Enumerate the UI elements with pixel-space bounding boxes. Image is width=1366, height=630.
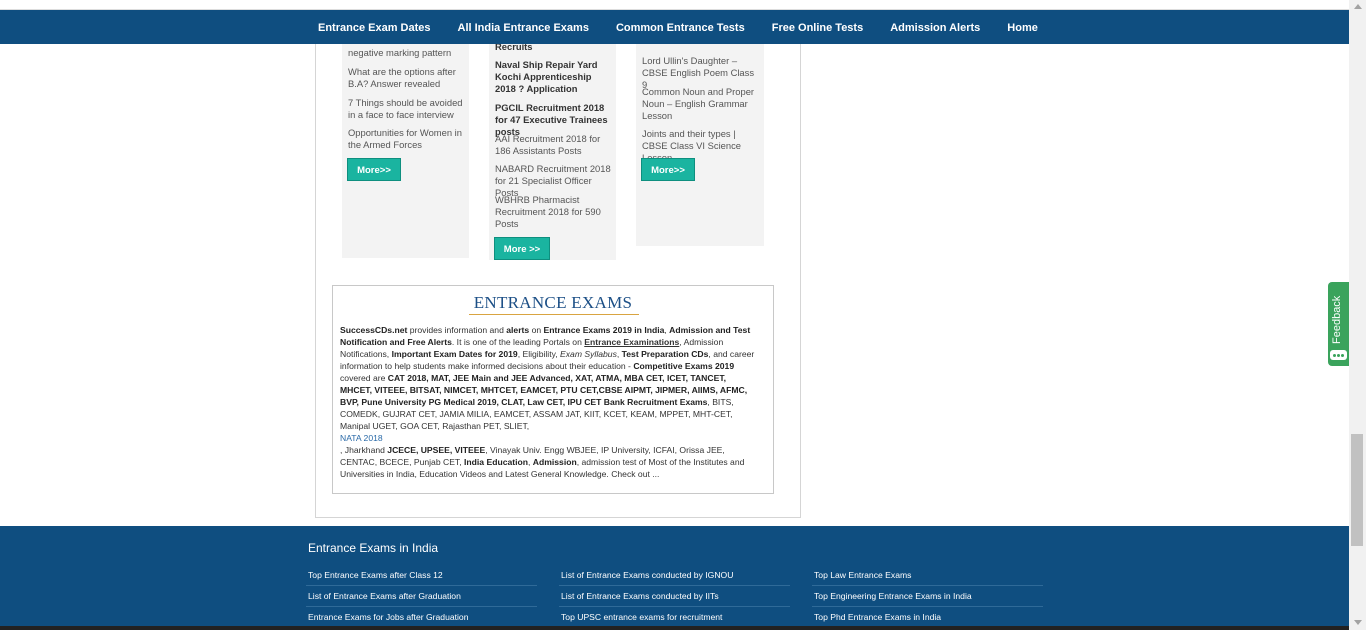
articles-column: negative marking pattern What are the op… — [342, 44, 469, 258]
article-link[interactable]: What are the options after B.A? Answer r… — [348, 66, 465, 90]
footer-link[interactable]: Top Law Entrance Exams — [812, 565, 1043, 586]
lesson-link[interactable]: Common Noun and Proper Noun – English Gr… — [642, 86, 759, 122]
footer-link[interactable]: Top Engineering Entrance Exams in India — [812, 586, 1043, 607]
recruitment-column: Recruits Naval Ship Repair Yard Kochi Ap… — [489, 44, 616, 260]
entrance-exams-description: SuccessCDs.net provides information and … — [340, 324, 760, 480]
nav-all-india-entrance-exams[interactable]: All India Entrance Exams — [458, 22, 589, 34]
bottom-divider — [0, 626, 1349, 630]
article-link[interactable]: negative marking pattern — [348, 47, 465, 59]
article-link[interactable]: Opportunities for Women in the Armed For… — [348, 127, 465, 151]
nav-list: Entrance Exam Dates All India Entrance E… — [318, 10, 1065, 44]
site-name: SuccessCDs.net — [340, 325, 408, 335]
entrance-exams-title: ENTRANCE EXAMS — [473, 293, 633, 312]
vertical-scrollbar[interactable] — [1349, 0, 1366, 630]
title-underline — [469, 314, 639, 315]
footer-link[interactable]: Top Entrance Exams after Class 12 — [306, 565, 537, 586]
footer-link[interactable]: List of Entrance Exams after Graduation — [306, 586, 537, 607]
footer: Entrance Exams in India Top Entrance Exa… — [0, 526, 1349, 630]
recruitment-link[interactable]: Naval Ship Repair Yard Kochi Apprentices… — [495, 59, 612, 95]
browser-top-strip — [0, 0, 1349, 10]
article-link[interactable]: 7 Things should be avoided in a face to … — [348, 97, 465, 121]
main-navbar: Entrance Exam Dates All India Entrance E… — [0, 10, 1349, 44]
footer-link[interactable]: Entrance Exams for Jobs after Graduation — [306, 607, 537, 628]
nav-admission-alerts[interactable]: Admission Alerts — [890, 22, 980, 34]
lessons-column: Lord Ullin's Daughter – CBSE English Poe… — [636, 44, 764, 246]
entrance-examinations-link[interactable]: Entrance Examinations — [584, 337, 679, 347]
feedback-tab[interactable]: Feedback — [1328, 282, 1349, 366]
scroll-down-arrow-icon[interactable] — [1354, 620, 1362, 625]
nav-entrance-exam-dates[interactable]: Entrance Exam Dates — [318, 22, 431, 34]
entrance-exams-box: ENTRANCE EXAMS SuccessCDs.net provides i… — [332, 285, 774, 494]
feedback-label: Feedback — [1331, 295, 1343, 344]
footer-title: Entrance Exams in India — [308, 541, 439, 555]
scroll-up-arrow-icon[interactable] — [1354, 4, 1362, 9]
nav-free-online-tests[interactable]: Free Online Tests — [772, 22, 864, 34]
recruitment-link[interactable]: WBHRB Pharmacist Recruitment 2018 for 59… — [495, 194, 612, 230]
nav-home[interactable]: Home — [1007, 22, 1038, 34]
footer-link[interactable]: Top Phd Entrance Exams in India — [812, 607, 1043, 628]
recruitment-link[interactable]: Recruits — [495, 44, 612, 53]
footer-link[interactable]: List of Entrance Exams conducted by IGNO… — [559, 565, 790, 586]
more-recruitment-button[interactable]: More >> — [494, 237, 550, 260]
recruitment-link[interactable]: AAI Recruitment 2018 for 186 Assistants … — [495, 133, 612, 157]
nav-common-entrance-tests[interactable]: Common Entrance Tests — [616, 22, 745, 34]
footer-link[interactable]: Top UPSC entrance exams for recruitment — [559, 607, 790, 628]
footer-link[interactable]: List of Entrance Exams conducted by IITs — [559, 586, 790, 607]
nata-2018-link[interactable]: NATA 2018 — [340, 432, 760, 444]
scrollbar-thumb[interactable] — [1351, 434, 1363, 546]
more-lessons-button[interactable]: More>> — [641, 158, 695, 181]
more-articles-button[interactable]: More>> — [347, 158, 401, 181]
chat-icon — [1330, 350, 1347, 360]
